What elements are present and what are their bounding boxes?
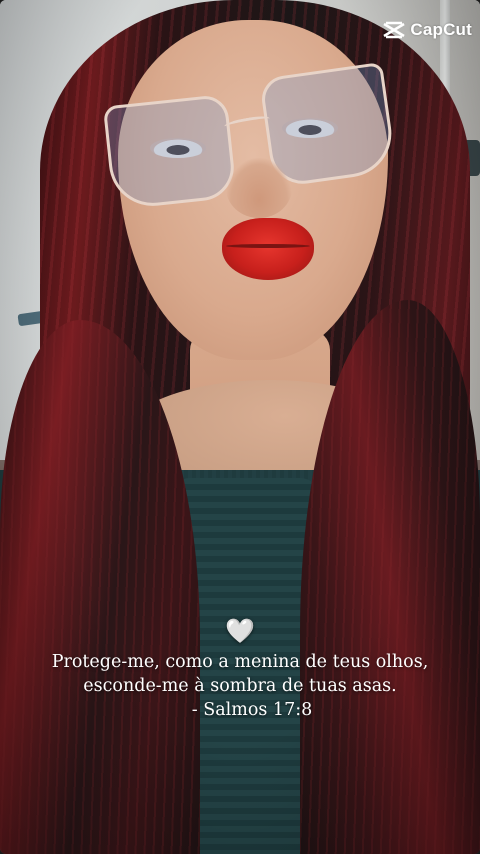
capcut-watermark: CapCut xyxy=(382,20,472,40)
verse-line-1: Protege-me, como a menina de teus olhos, xyxy=(51,652,429,672)
nose xyxy=(226,158,292,218)
verse-caption: 🤍 Protege-me, como a menina de teus olho… xyxy=(0,616,480,722)
verse-line-2: esconde-me à sombra de tuas asas. xyxy=(83,676,397,696)
lips-line xyxy=(226,244,310,248)
photo-frame: CapCut 🤍 Protege-me, como a menina de te… xyxy=(0,0,480,854)
glasses-left-lens xyxy=(102,93,238,211)
capcut-brand-text: CapCut xyxy=(410,20,472,39)
verse-reference: - Salmos 17:8 xyxy=(191,700,313,720)
capcut-logo-icon xyxy=(383,21,406,39)
white-heart-icon: 🤍 xyxy=(225,617,255,645)
lips xyxy=(222,218,314,280)
